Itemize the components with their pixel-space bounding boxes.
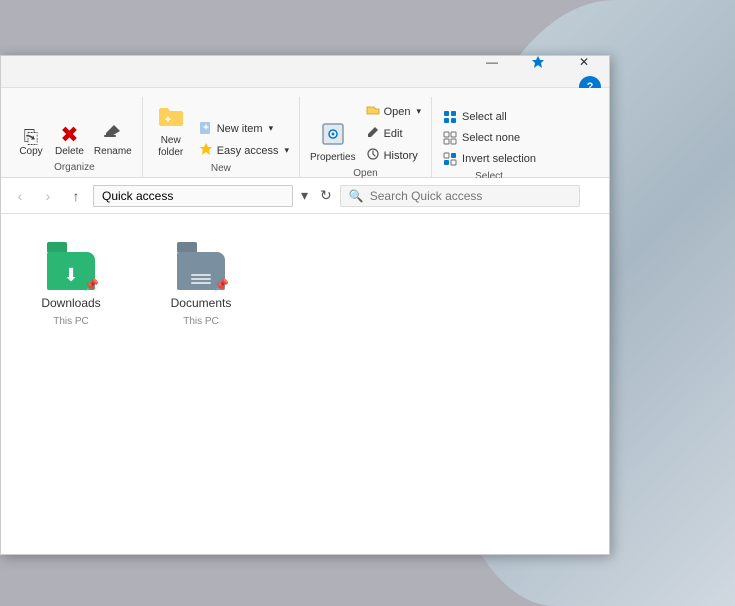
rename-button[interactable]: Rename [90, 119, 136, 160]
search-bar: 🔍 [340, 185, 580, 207]
easy-access-icon [199, 142, 213, 159]
search-icon: 🔍 [349, 189, 364, 203]
properties-button[interactable]: Properties [306, 118, 360, 166]
search-input[interactable] [370, 189, 571, 203]
minimize-button[interactable]: — [469, 46, 515, 78]
invert-selection-button[interactable]: Invert selection [438, 149, 540, 169]
new-item-button[interactable]: New item ▾ [195, 118, 293, 139]
invert-selection-icon [442, 151, 458, 167]
open-group: Properties Open ▾ [300, 97, 432, 177]
pin-icon: 📌 [214, 278, 229, 292]
titlebar: — ✕ ? [1, 56, 609, 88]
forward-button[interactable]: › [35, 183, 61, 209]
address-bar: ‹ › ↑ ▾ ↻ 🔍 [1, 178, 609, 214]
back-button[interactable]: ‹ [7, 183, 33, 209]
select-none-button[interactable]: Select none [438, 128, 540, 148]
easy-access-button[interactable]: Easy access ▾ [195, 140, 293, 161]
address-input[interactable] [93, 185, 293, 207]
list-item[interactable]: ⬇ 📌 Downloads This PC [21, 234, 121, 335]
select-all-icon [442, 109, 458, 125]
content-area: ⬇ 📌 Downloads This PC [1, 214, 609, 554]
new-folder-button[interactable]: New folder [149, 101, 193, 161]
up-button[interactable]: ↑ [63, 183, 89, 209]
select-none-icon [442, 130, 458, 146]
downloads-icon: ⬇ [63, 265, 78, 286]
select-items-group: Select all Select none [438, 107, 540, 169]
delete-button[interactable]: ✖ Delete [51, 122, 88, 160]
downloads-folder-icon: ⬇ 📌 [47, 242, 95, 290]
ribbon: ⎘ Copy ✖ Delete Rename [1, 88, 609, 178]
new-group: New folder New item ▾ [143, 97, 300, 177]
copy-button[interactable]: ⎘ Copy [13, 126, 49, 160]
edit-icon [366, 125, 380, 142]
list-item[interactable]: 📌 Documents This PC [151, 234, 251, 335]
new-item-icon [199, 120, 213, 137]
select-group: Select all Select none [432, 97, 546, 177]
pin-button[interactable] [515, 46, 561, 78]
organize-group: ⎘ Copy ✖ Delete Rename [7, 97, 143, 177]
edit-button[interactable]: Edit [362, 123, 425, 144]
documents-icon [189, 272, 213, 286]
close-button[interactable]: ✕ [561, 46, 607, 78]
refresh-button[interactable]: ↻ [316, 185, 336, 206]
pin-icon: 📌 [84, 278, 99, 292]
address-dropdown-button[interactable]: ▾ [297, 185, 312, 206]
new-items-group: New item ▾ Easy access ▾ [195, 118, 293, 161]
file-list: ⬇ 📌 Downloads This PC [21, 234, 589, 335]
documents-folder-icon: 📌 [177, 242, 225, 290]
select-all-button[interactable]: Select all [438, 107, 540, 127]
open-icon [366, 103, 380, 120]
open-items-group: Open ▾ Edit [362, 101, 425, 166]
history-button[interactable]: History [362, 145, 425, 166]
history-icon [366, 147, 380, 164]
open-button[interactable]: Open ▾ [362, 101, 425, 122]
window-controls: — ✕ [469, 46, 607, 78]
